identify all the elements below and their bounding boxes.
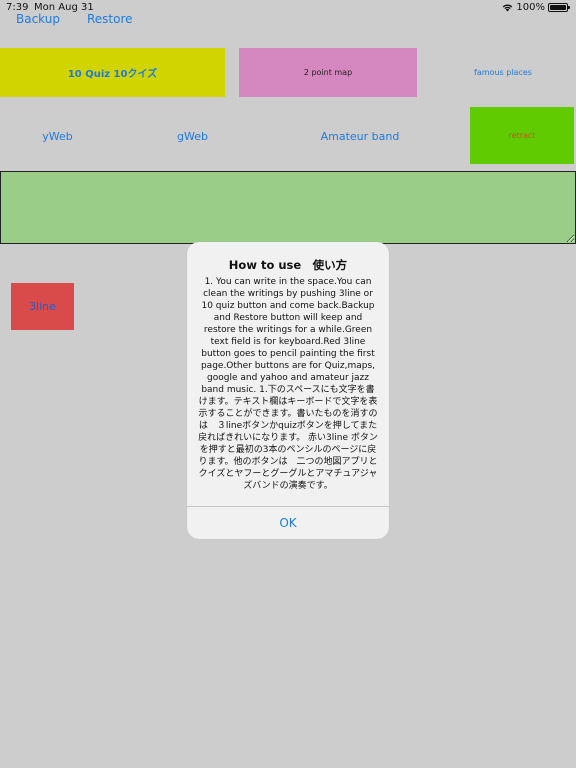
yweb-button[interactable]: yWeb: [0, 118, 115, 154]
backup-button[interactable]: Backup: [16, 12, 60, 26]
amateur-band-button[interactable]: Amateur band: [290, 118, 430, 154]
status-indicators: 100%: [502, 2, 570, 13]
alert-message: 1. You can write in the space.You can cl…: [198, 277, 378, 491]
how-to-use-alert: How to use 使い方 1. You can write in the s…: [187, 242, 389, 539]
retract-button[interactable]: retract: [470, 107, 574, 164]
quiz-button[interactable]: 10 Quiz 10クイズ: [0, 48, 225, 97]
alert-ok-button[interactable]: OK: [187, 507, 389, 539]
alert-title: How to use 使い方: [228, 258, 348, 272]
restore-button[interactable]: Restore: [87, 12, 133, 26]
keyboard-text-field[interactable]: [0, 171, 576, 244]
three-line-button[interactable]: 3line: [11, 283, 74, 330]
battery-icon: [548, 3, 570, 12]
wifi-icon: [503, 4, 513, 12]
battery-percent: 100%: [516, 2, 545, 13]
famous-places-button[interactable]: famous places: [430, 48, 576, 97]
point-map-button[interactable]: 2 point map: [239, 48, 417, 97]
gweb-button[interactable]: gWeb: [135, 118, 250, 154]
